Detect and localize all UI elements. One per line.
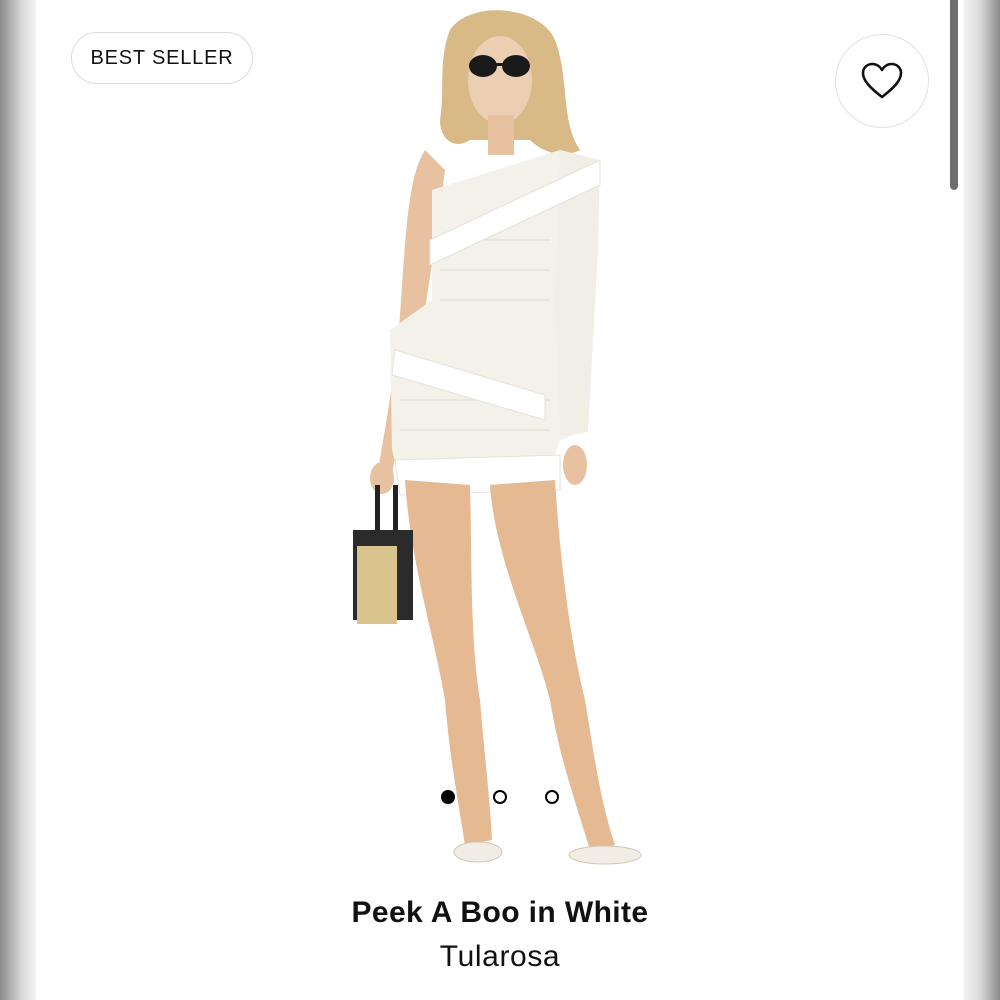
product-title[interactable]: Peek A Boo in White (0, 896, 1000, 930)
heart-outline-icon (861, 62, 903, 99)
product-brand[interactable]: Tularosa (0, 940, 1000, 974)
best-seller-label: BEST SELLER (90, 46, 234, 69)
product-image[interactable] (300, 0, 700, 880)
scrollbar[interactable] (950, 0, 958, 190)
carousel-dot-1[interactable] (441, 790, 455, 804)
best-seller-badge: BEST SELLER (71, 32, 253, 84)
favorite-button[interactable] (835, 34, 929, 128)
carousel-dot-2[interactable] (493, 790, 507, 804)
carousel-dot-3[interactable] (545, 790, 559, 804)
